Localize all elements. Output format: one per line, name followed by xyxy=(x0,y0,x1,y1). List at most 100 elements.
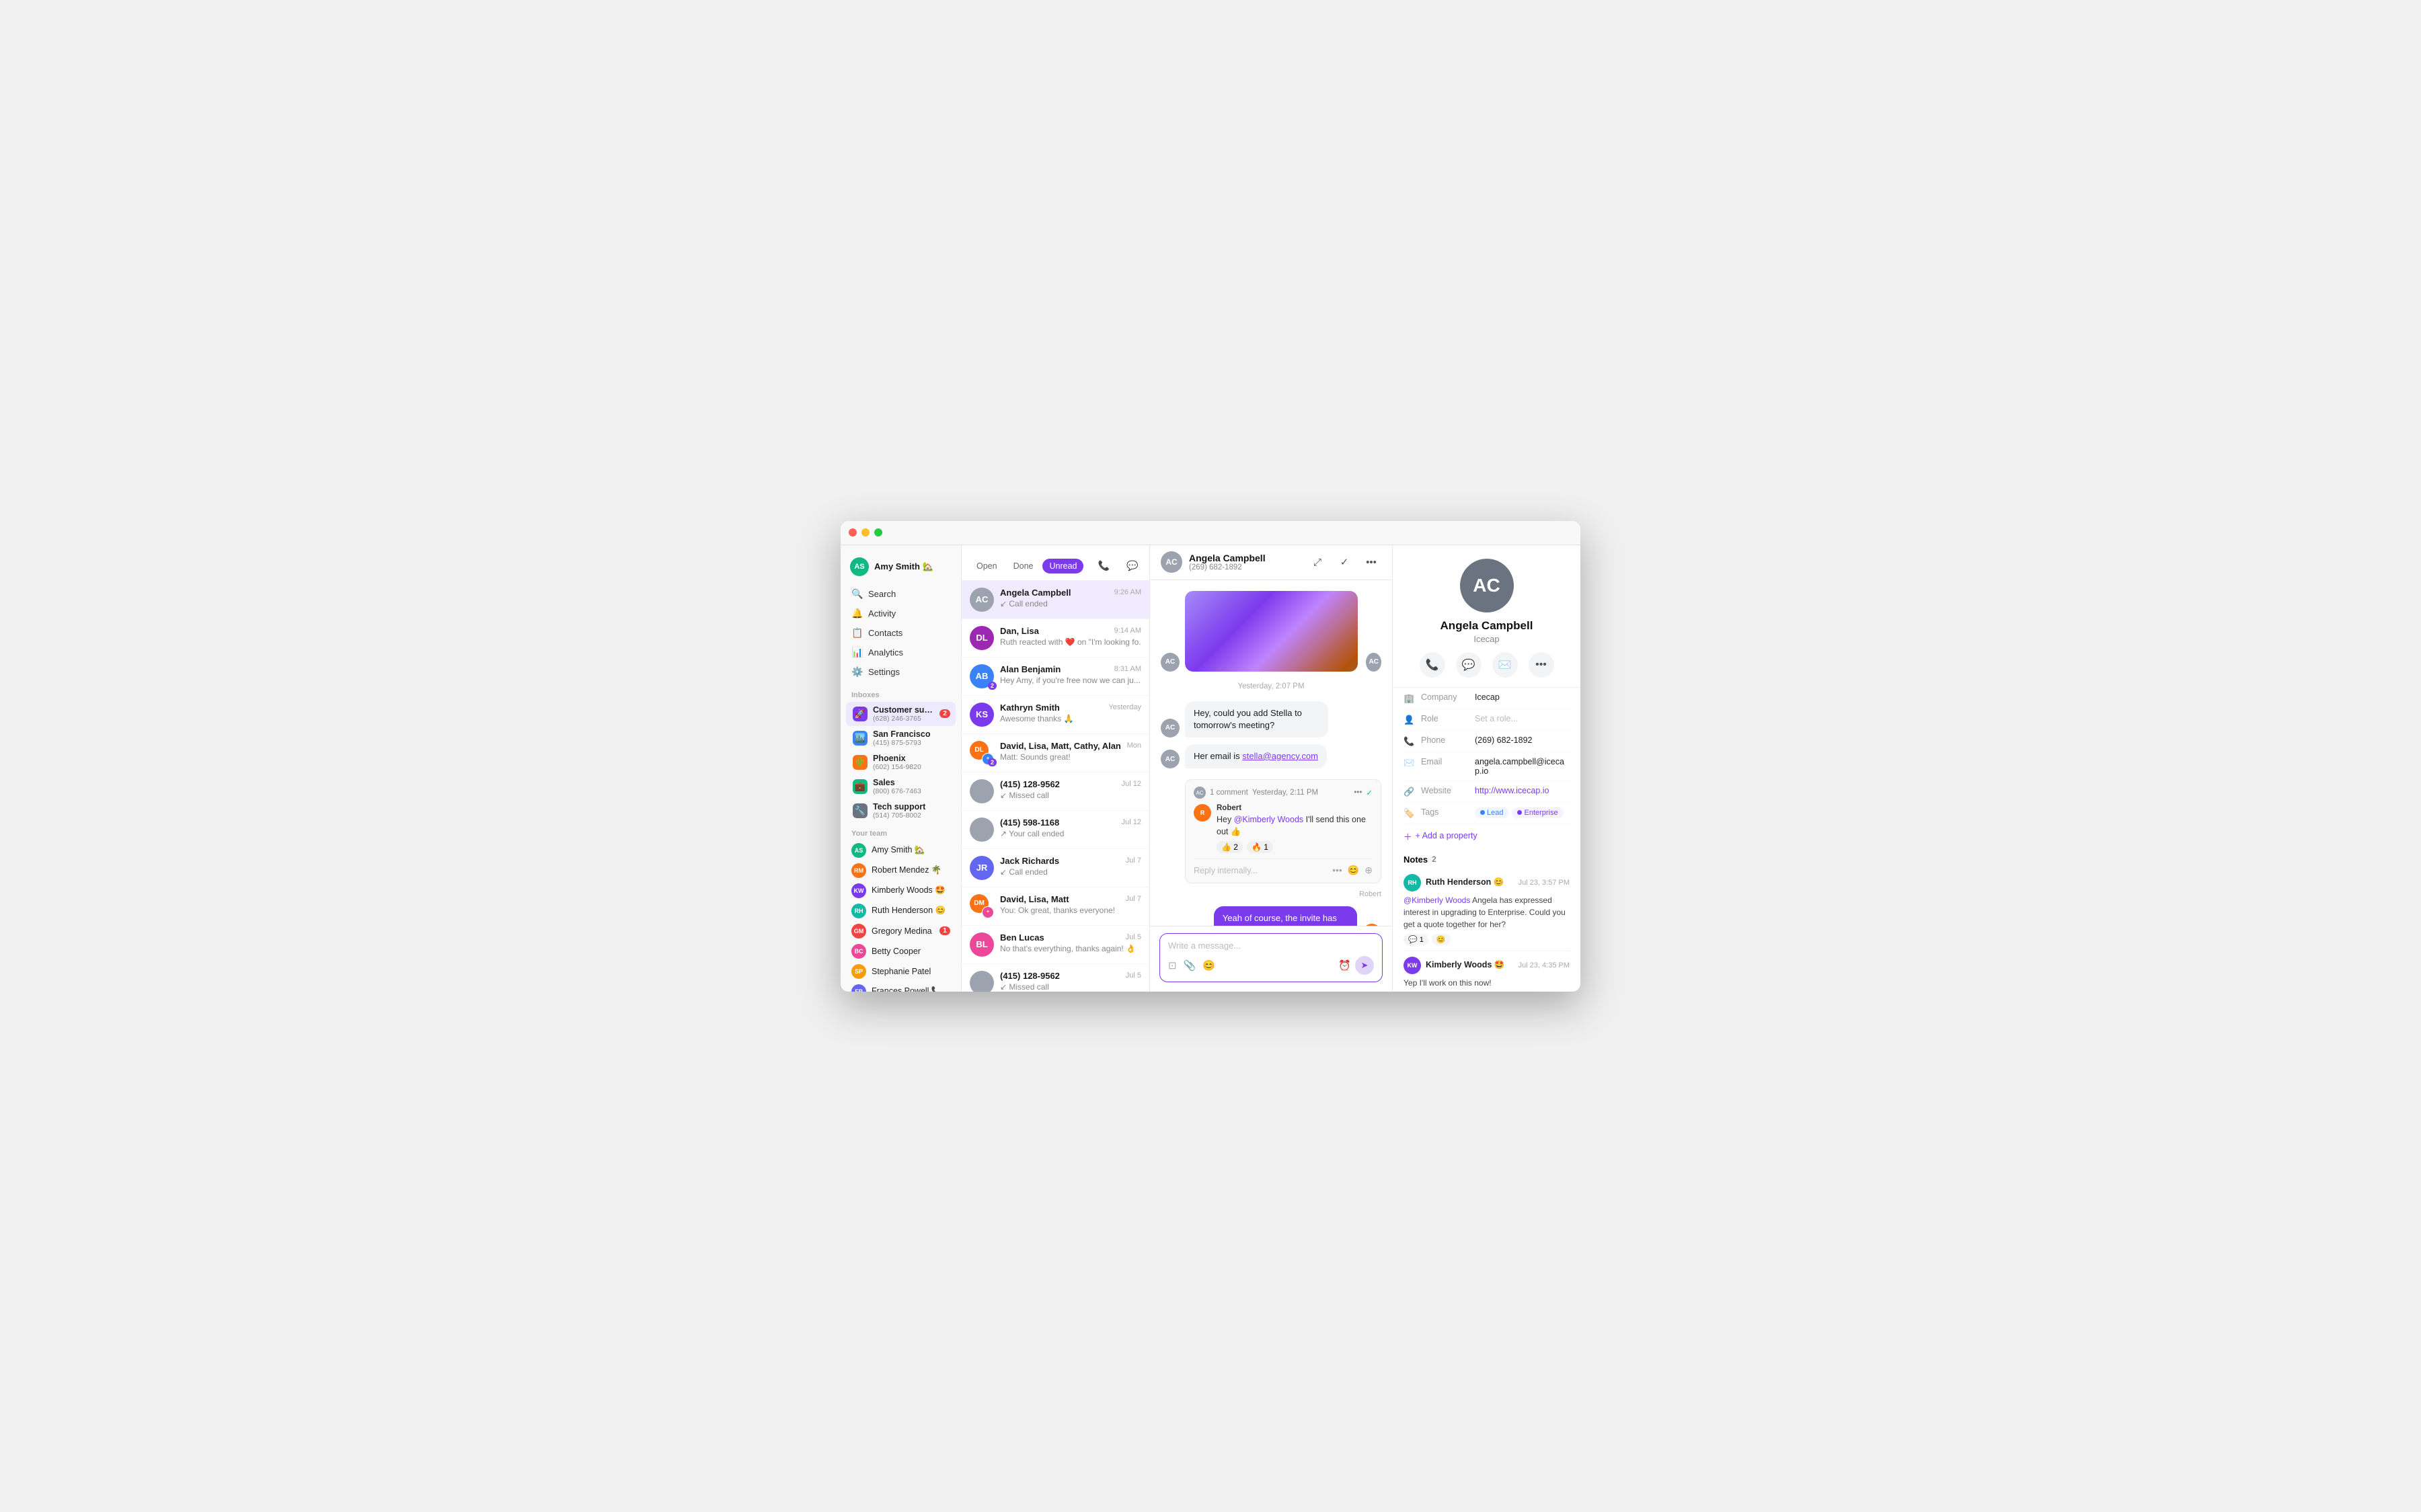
conv-item-phone3[interactable]: (415) 128-9562 Jul 5 ↙ Missed call xyxy=(962,964,1149,992)
inbox-name-sales: Sales xyxy=(873,778,950,787)
profile-top: AC Angela Campbell Icecap 📞 💬 ✉️ ••• xyxy=(1393,545,1580,687)
team-member-gregory[interactable]: GM Gregory Medina 1 xyxy=(846,921,956,941)
conv-name-jack: Jack Richards xyxy=(1000,856,1059,866)
chat-input-box[interactable]: Write a message... ⊡ 📎 😊 ⏰ ➤ xyxy=(1159,933,1383,982)
website-value[interactable]: http://www.icecap.io xyxy=(1475,786,1570,795)
message-1: AC Hey, could you add Stella to tomorrow… xyxy=(1161,701,1381,738)
conv-item-kathryn[interactable]: KS Kathryn Smith Yesterday Awesome thank… xyxy=(962,696,1149,734)
comment-body: R Robert Hey @Kimberly Woods I'll send t… xyxy=(1194,804,1373,853)
team-member-ruth[interactable]: RH Ruth Henderson 😊 xyxy=(846,901,956,921)
inbox-name-phoenix: Phoenix xyxy=(873,754,950,763)
conv-preview-dan-lisa: Ruth reacted with ❤️ on "I'm looking fo.… xyxy=(1000,637,1141,647)
email-link[interactable]: stella@agency.com xyxy=(1242,751,1318,761)
team-member-kimberly[interactable]: KW Kimberly Woods 🤩 xyxy=(846,881,956,901)
team-badge-gregory: 1 xyxy=(939,926,950,935)
call-action-button[interactable]: 📞 xyxy=(1420,652,1445,678)
sidebar-item-contacts[interactable]: 📋 Contacts xyxy=(846,623,956,643)
tag-lead[interactable]: Lead xyxy=(1475,807,1508,818)
conv-item-phone1[interactable]: (415) 128-9562 Jul 12 ↙ Missed call xyxy=(962,772,1149,811)
note-1-avatar: RH xyxy=(1404,874,1421,891)
inbox-item-sales[interactable]: 💼 Sales (800) 676-7463 xyxy=(846,774,956,799)
reaction-fire[interactable]: 🔥 1 xyxy=(1247,841,1273,853)
note-1-mention: @Kimberly Woods xyxy=(1404,896,1470,905)
reply-input[interactable]: Reply internally... xyxy=(1194,866,1328,875)
team-member-amy[interactable]: AS Amy Smith 🏡 xyxy=(846,840,956,861)
note-1-reactions: 💬 1 😊 xyxy=(1404,934,1570,945)
note-1-reaction-1[interactable]: 💬 1 xyxy=(1404,934,1428,945)
conv-item-angela[interactable]: AC Angela Campbell 9:26 AM ↙ Call ended xyxy=(962,581,1149,619)
info-role[interactable]: 👤 Role Set a role... xyxy=(1404,709,1570,731)
more-options-button[interactable]: ••• xyxy=(1361,552,1381,572)
sidebar-item-analytics[interactable]: 📊 Analytics xyxy=(846,643,956,662)
inbox-item-customer-support[interactable]: 🚀 Customer support (628) 246-3765 2 xyxy=(846,702,956,726)
note-1-reaction-2[interactable]: 😊 xyxy=(1432,934,1451,945)
expand-button[interactable]: ⤢ xyxy=(1307,552,1328,572)
sidebar-item-search[interactable]: 🔍 Search xyxy=(846,584,956,604)
comment-count: 1 comment xyxy=(1210,789,1248,797)
conv-item-alan[interactable]: AB 2 Alan Benjamin 8:31 AM Hey Amy, if y… xyxy=(962,658,1149,696)
comment-text: Hey @Kimberly Woods I'll send this one o… xyxy=(1217,814,1373,838)
inbox-item-phoenix[interactable]: 🌵 Phoenix (602) 154-9820 xyxy=(846,750,956,774)
conv-badge-david-group: 2 xyxy=(988,758,997,766)
emoji-icon[interactable]: 😊 xyxy=(1202,959,1215,971)
reaction-thumbsup[interactable]: 👍 2 xyxy=(1217,841,1243,853)
team-member-frances[interactable]: FP Frances Powell 📞 xyxy=(846,982,956,992)
conv-item-jack[interactable]: JR Jack Richards Jul 7 ↙ Call ended xyxy=(962,849,1149,887)
conv-item-david-matt[interactable]: DM + David, Lisa, Matt Jul 7 You: Ok gre… xyxy=(962,887,1149,926)
note-1-text: @Kimberly Woods Angela has expressed int… xyxy=(1404,894,1570,930)
chat-header-avatar: AC xyxy=(1161,551,1182,573)
phone-label: Phone xyxy=(1421,735,1468,745)
reply-more-icon[interactable]: ••• xyxy=(1332,865,1342,876)
add-property-button[interactable]: ＋ + Add a property xyxy=(1393,824,1580,848)
message-profile-button[interactable]: 💬 xyxy=(1456,652,1482,678)
tags-label: Tags xyxy=(1421,807,1468,817)
conv-item-dan-lisa[interactable]: DL Dan, Lisa 9:14 AM Ruth reacted with ❤… xyxy=(962,619,1149,658)
sidebar: AS Amy Smith 🏡 🔍 Search 🔔 Activity 📋 Con… xyxy=(841,521,962,992)
team-member-betty[interactable]: BC Betty Cooper xyxy=(846,941,956,961)
role-value[interactable]: Set a role... xyxy=(1475,714,1570,723)
tab-unread[interactable]: Unread xyxy=(1042,559,1083,573)
bubble-2: Her email is stella@agency.com xyxy=(1185,744,1327,768)
tab-done[interactable]: Done xyxy=(1007,559,1040,573)
conv-item-ben[interactable]: BL Ben Lucas Jul 5 No that's everything,… xyxy=(962,926,1149,964)
check-button[interactable]: ✓ xyxy=(1334,552,1354,572)
conv-badge-alan: 2 xyxy=(988,682,997,690)
slash-command-icon[interactable]: ⊡ xyxy=(1168,959,1177,971)
tag-enterprise[interactable]: Enterprise xyxy=(1512,807,1563,818)
profile-more-button[interactable]: ••• xyxy=(1529,652,1554,678)
reply-emoji-icon[interactable]: 😊 xyxy=(1348,865,1359,876)
conversation-scroll[interactable]: AC Angela Campbell 9:26 AM ↙ Call ended … xyxy=(962,581,1149,992)
sidebar-item-settings[interactable]: ⚙️ Settings xyxy=(846,662,956,682)
sidebar-nav: 🔍 Search 🔔 Activity 📋 Contacts 📊 Analyti… xyxy=(841,582,961,684)
conv-item-david-group[interactable]: DL + 2 David, Lisa, Matt, Cathy, Alan Mo… xyxy=(962,734,1149,772)
chat-input-text[interactable]: Write a message... xyxy=(1168,941,1374,951)
attachment-icon[interactable]: 📎 xyxy=(1184,959,1196,971)
team-member-robert[interactable]: RM Robert Mendez 🌴 xyxy=(846,861,956,881)
tab-open[interactable]: Open xyxy=(970,559,1004,573)
phone-value: (269) 682-1892 xyxy=(1475,735,1570,745)
maximize-button[interactable] xyxy=(874,528,882,536)
conv-item-phone2[interactable]: (415) 598-1168 Jul 12 ↗ Your call ended xyxy=(962,811,1149,849)
thread-more-icon[interactable]: ••• xyxy=(1354,789,1362,797)
reply-send-icon[interactable]: ⊕ xyxy=(1365,865,1373,876)
info-tags: 🏷️ Tags Lead Enterprise xyxy=(1404,803,1570,824)
minimize-button[interactable] xyxy=(861,528,870,536)
close-button[interactable] xyxy=(849,528,857,536)
role-label: Role xyxy=(1421,714,1468,723)
sender-avatar-small: AC xyxy=(1366,653,1381,672)
phone-action-button[interactable]: 📞 xyxy=(1095,557,1112,575)
conv-header-phone2: (415) 598-1168 Jul 12 xyxy=(1000,818,1141,828)
inbox-icon-phoenix: 🌵 xyxy=(853,755,868,770)
conv-preview-ben: No that's everything, thanks again! 👌 xyxy=(1000,944,1141,953)
clock-icon[interactable]: ⏰ xyxy=(1338,959,1351,971)
email-action-button[interactable]: ✉️ xyxy=(1492,652,1518,678)
sidebar-user[interactable]: AS Amy Smith 🏡 xyxy=(841,551,961,582)
message-action-button[interactable]: 💬 xyxy=(1124,557,1141,575)
send-button[interactable]: ➤ xyxy=(1355,956,1374,975)
inbox-item-tech-support[interactable]: 🔧 Tech support (514) 705-8002 xyxy=(846,799,956,823)
conv-name-kathryn: Kathryn Smith xyxy=(1000,703,1060,713)
sidebar-item-activity[interactable]: 🔔 Activity xyxy=(846,604,956,623)
team-member-stephanie[interactable]: SP Stephanie Patel xyxy=(846,961,956,982)
team-name-betty: Betty Cooper xyxy=(872,947,950,956)
inbox-item-san-francisco[interactable]: 🏙️ San Francisco (415) 875-5793 xyxy=(846,726,956,750)
